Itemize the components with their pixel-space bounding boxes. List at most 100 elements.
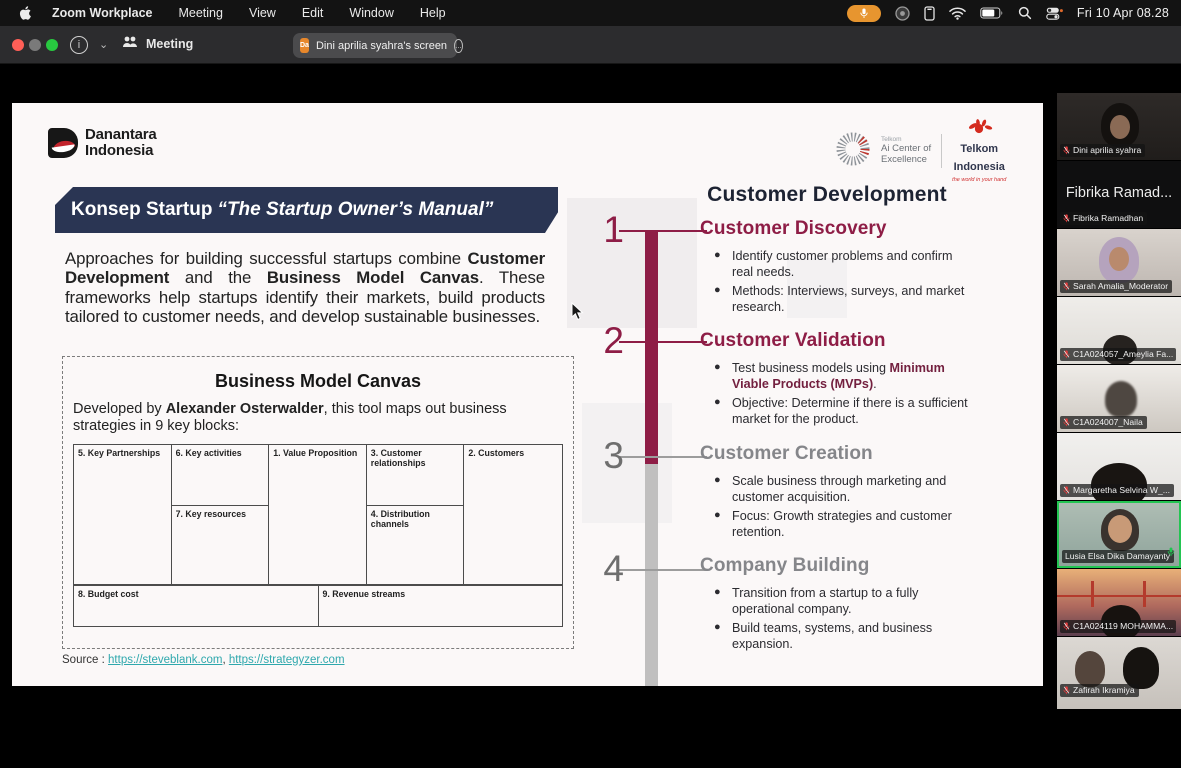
zoom-window-titlebar: i ⌄ Meeting Da Dini aprilia syahra's scr…	[0, 26, 1181, 64]
participant-name: C1A024007_Naila	[1073, 417, 1143, 427]
bmc-cell-key-resources: 7. Key resources	[172, 506, 270, 585]
muted-mic-icon	[1063, 350, 1070, 359]
menubar-clock[interactable]: Fri 10 Apr 08.28	[1077, 6, 1169, 20]
bmc-cell-budget-cost: 8. Budget cost	[74, 586, 319, 626]
participants-filmstrip: Dini aprilia syahra Fibrika Ramad... Fib…	[1057, 93, 1181, 710]
shared-screen-tab-title: Dini aprilia syahra's screen	[316, 40, 447, 52]
bmc-cell-value-proposition: 1. Value Proposition	[269, 445, 367, 585]
participant-tile[interactable]: Fibrika Ramad... Fibrika Ramadhan	[1057, 161, 1181, 228]
bmc-cell-key-activities: 6. Key activities	[172, 445, 270, 506]
stage-title: Customer Discovery	[700, 218, 968, 240]
timeline-tick-3	[619, 456, 707, 458]
shared-screen-tab[interactable]: Da Dini aprilia syahra's screen ...	[293, 33, 457, 58]
participant-tile[interactable]: C1A024119 MOHAMMA...	[1057, 569, 1181, 636]
close-window-button[interactable]	[12, 39, 24, 51]
partner-logos: Telkom Ai Center of Excellence Telkom In…	[835, 119, 1006, 183]
control-center-icon[interactable]	[1046, 7, 1063, 20]
participants-icon	[122, 35, 138, 52]
participant-name: C1A024057_Ameylia Fa...	[1073, 349, 1173, 359]
stage-customer-validation: Customer Validation ●Test business model…	[700, 330, 968, 430]
danantara-logo-icon	[48, 128, 78, 158]
participant-name: Margaretha Selvina W_...	[1073, 485, 1170, 495]
menu-meeting[interactable]: Meeting	[178, 6, 222, 20]
stage-number-2: 2	[590, 322, 624, 359]
intro-paragraph: Approaches for building successful start…	[65, 249, 545, 327]
mouse-cursor	[571, 302, 584, 326]
stage-number-3: 3	[590, 437, 624, 474]
menubar-app-name[interactable]: Zoom Workplace	[52, 6, 152, 20]
meeting-info-icon[interactable]: i	[70, 36, 88, 54]
bmc-cell-key-partnerships: 5. Key Partnerships	[74, 445, 172, 585]
stage-title: Customer Creation	[700, 443, 968, 465]
telkom-line2: Indonesia	[954, 161, 1005, 173]
chevron-down-icon[interactable]: ⌄	[99, 38, 108, 51]
participant-tile[interactable]: Dini aprilia syahra	[1057, 93, 1181, 160]
slide-title-quoted: “The Startup Owner’s Manual”	[217, 199, 493, 221]
bmc-cell-customer-relationships: 3. Customer relationships	[367, 445, 465, 506]
ai-coe-line2: Excellence	[881, 154, 927, 165]
zoom-window-button[interactable]	[46, 39, 58, 51]
speaking-mic-icon	[1167, 544, 1175, 562]
stage-bullet: ●Identify customer problems and confirm …	[700, 248, 968, 280]
bmc-cell-distribution-channels: 4. Distribution channels	[367, 506, 465, 585]
timeline-bar-maroon	[645, 231, 658, 464]
stage-company-building: Company Building ●Transition from a star…	[700, 555, 968, 655]
display-icon[interactable]	[924, 6, 935, 21]
stage-bullet: ●Scale business through marketing and cu…	[700, 473, 968, 505]
minimize-window-button[interactable]	[29, 39, 41, 51]
participant-tile[interactable]: Margaretha Selvina W_...	[1057, 433, 1181, 500]
stage-bullet: ●Focus: Growth strategies and customer r…	[700, 508, 968, 540]
menu-window[interactable]: Window	[349, 6, 393, 20]
stage-number-1: 1	[590, 211, 624, 248]
muted-mic-icon	[1063, 282, 1070, 291]
stage-customer-creation: Customer Creation ●Scale business throug…	[700, 443, 968, 543]
participant-tile[interactable]: C1A024007_Naila	[1057, 365, 1181, 432]
stage-bullet: ●Transition from a startup to a fully op…	[700, 585, 968, 617]
bmc-cell-revenue-streams: 9. Revenue streams	[319, 586, 563, 626]
muted-mic-icon	[1063, 146, 1070, 155]
muted-mic-icon	[1063, 622, 1070, 631]
source-line: Source : https://steveblank.com, https:/…	[62, 654, 345, 666]
menu-view[interactable]: View	[249, 6, 276, 20]
customer-development-heading: Customer Development	[672, 183, 982, 207]
spotlight-search-icon[interactable]	[1018, 6, 1032, 20]
telkom-line1: Telkom	[960, 143, 998, 155]
timeline-tick-4	[619, 569, 707, 571]
participant-name: Zafirah Ikramiya	[1073, 685, 1135, 695]
participant-tile[interactable]: Zafirah Ikramiya	[1057, 637, 1181, 709]
apple-logo-icon[interactable]	[18, 5, 34, 21]
participant-name: Sarah Amalia_Moderator	[1073, 281, 1168, 291]
timeline-tick-2	[619, 341, 707, 343]
participant-name: Lusia Elsa Dika Damayanty	[1065, 551, 1170, 561]
microphone-in-use-icon[interactable]	[847, 5, 881, 22]
telkom-indonesia-logo: Telkom Indonesia the world in your hand	[952, 119, 1006, 183]
source-link-strategyzer[interactable]: https://strategyzer.com	[229, 654, 345, 666]
business-model-canvas-box: Business Model Canvas Developed by Alexa…	[62, 356, 574, 649]
muted-mic-icon	[1063, 418, 1070, 427]
macos-menubar: Zoom Workplace Meeting View Edit Window …	[0, 0, 1181, 26]
stage-bullet: ●Methods: Interviews, surveys, and marke…	[700, 283, 968, 315]
ai-coe-starburst-icon	[835, 131, 871, 172]
screen-mirroring-icon[interactable]	[895, 6, 910, 21]
participant-tile[interactable]: C1A024057_Ameylia Fa...	[1057, 297, 1181, 364]
logo-divider	[941, 134, 942, 168]
participant-tile-active-speaker[interactable]: Lusia Elsa Dika Damayanty	[1057, 501, 1181, 568]
window-title: Meeting	[146, 37, 193, 51]
battery-icon[interactable]	[980, 7, 1004, 19]
bmc-table: 5. Key Partnerships 6. Key activities 1.…	[73, 444, 563, 627]
source-link-steveblank[interactable]: https://steveblank.com	[108, 654, 222, 666]
participant-name: C1A024119 MOHAMMA...	[1073, 621, 1173, 631]
participant-tile[interactable]: Sarah Amalia_Moderator	[1057, 229, 1181, 296]
stage-bullet: ●Test business models using Minimum Viab…	[700, 360, 968, 392]
ai-coe-line1: Ai Center of	[881, 143, 931, 154]
menu-help[interactable]: Help	[420, 6, 446, 20]
participant-display-name: Fibrika Ramad...	[1057, 185, 1181, 201]
menu-edit[interactable]: Edit	[302, 6, 324, 20]
wifi-icon[interactable]	[949, 7, 966, 20]
slide-title-banner: Konsep Startup “The Startup Owner’s Manu…	[55, 187, 558, 233]
tab-more-icon[interactable]: ...	[454, 39, 463, 53]
stage-customer-discovery: Customer Discovery ●Identify customer pr…	[700, 218, 968, 318]
participant-name: Fibrika Ramadhan	[1073, 213, 1143, 223]
shared-slide: Danantara Indonesia Telkom Ai Center of …	[12, 103, 1043, 686]
timeline-bar-gray	[645, 464, 658, 686]
